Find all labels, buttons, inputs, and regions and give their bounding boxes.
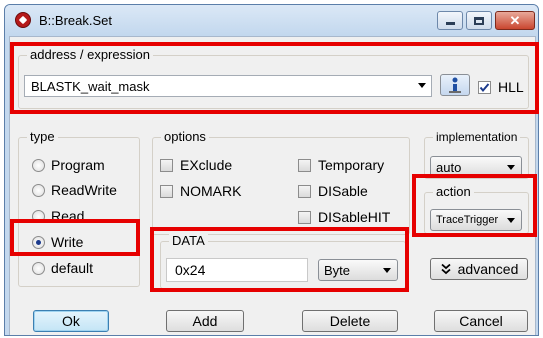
radio-circle-selected[interactable] — [32, 235, 45, 249]
checkbox-exclude[interactable]: EXclude — [160, 157, 232, 173]
advanced-button[interactable]: advanced — [430, 258, 528, 280]
close-icon: ✕ — [509, 13, 521, 28]
radio-circle[interactable] — [32, 261, 45, 275]
radio-label: Write — [51, 234, 84, 250]
add-button[interactable]: Add — [166, 310, 244, 332]
info-icon — [449, 77, 461, 93]
minimize-button[interactable] — [437, 11, 463, 30]
radio-circle[interactable] — [32, 209, 45, 223]
action-legend: action — [433, 184, 474, 200]
options-legend: options — [161, 129, 209, 145]
data-value-input[interactable]: 0x24 — [166, 258, 308, 282]
chevron-down-icon — [507, 165, 515, 170]
checkbox-box[interactable] — [298, 184, 311, 198]
checkbox-disable[interactable]: DISable — [298, 183, 368, 199]
chevron-down-icon — [383, 268, 391, 273]
maximize-button[interactable] — [466, 11, 492, 30]
chevron-down-icon — [507, 218, 515, 223]
radio-circle[interactable] — [32, 183, 45, 197]
radio-label: ReadWrite — [51, 182, 117, 198]
address-value: BLASTK_wait_mask — [31, 78, 150, 94]
radio-circle[interactable] — [32, 158, 45, 172]
action-value: TraceTrigger — [436, 214, 499, 226]
radio-write[interactable]: Write — [32, 234, 83, 250]
delete-button[interactable]: Delete — [302, 310, 398, 332]
checkbox-nomark[interactable]: NOMARK — [160, 183, 241, 199]
radio-label: default — [51, 260, 94, 276]
checkbox-box[interactable] — [160, 184, 173, 198]
data-width-select[interactable]: Byte — [318, 259, 398, 281]
checkbox-box[interactable] — [298, 210, 311, 224]
address-expression-combo[interactable]: BLASTK_wait_mask — [24, 75, 432, 97]
hll-checkbox[interactable]: HLL — [478, 79, 524, 95]
maximize-icon — [474, 16, 484, 25]
checkbox-label: Temporary — [318, 157, 385, 173]
checkbox-box[interactable] — [298, 158, 311, 172]
app-icon — [15, 12, 31, 28]
advanced-label: advanced — [457, 261, 519, 277]
double-chevron-down-icon — [441, 263, 451, 275]
window-title: B::Break.Set — [39, 13, 112, 28]
checkbox-label: DISable — [318, 183, 368, 199]
minimize-icon — [445, 22, 455, 25]
hll-checkbox-box[interactable] — [478, 80, 491, 94]
address-legend: address / expression — [27, 47, 153, 63]
break-set-window: B::Break.Set ✕ address / expression BLAS… — [4, 4, 539, 336]
radio-label: Program — [51, 157, 105, 173]
radio-default[interactable]: default — [32, 260, 93, 276]
checkbox-temporary[interactable]: Temporary — [298, 157, 384, 173]
checkbox-label: DISableHIT — [318, 209, 391, 225]
radio-readwrite[interactable]: ReadWrite — [32, 182, 117, 198]
cancel-button[interactable]: Cancel — [434, 310, 528, 332]
hll-label: HLL — [498, 79, 524, 95]
data-legend: DATA — [169, 233, 208, 249]
chevron-down-icon[interactable] — [418, 83, 426, 88]
data-width-value: Byte — [324, 262, 351, 278]
close-button[interactable]: ✕ — [495, 11, 535, 30]
implementation-select[interactable]: auto — [430, 156, 522, 178]
ok-button[interactable]: Ok — [33, 310, 109, 332]
implementation-legend: implementation — [433, 129, 521, 145]
browse-symbol-button[interactable] — [440, 74, 470, 96]
type-legend: type — [27, 129, 58, 145]
checkbox-label: NOMARK — [180, 183, 242, 199]
radio-label: Read — [51, 208, 85, 224]
radio-read[interactable]: Read — [32, 208, 84, 224]
implementation-value: auto — [436, 159, 462, 175]
checkmark-icon — [479, 82, 490, 92]
title-bar[interactable]: B::Break.Set ✕ — [5, 5, 538, 35]
radio-program[interactable]: Program — [32, 157, 105, 173]
action-select[interactable]: TraceTrigger — [430, 209, 522, 231]
checkbox-box[interactable] — [160, 158, 173, 172]
checkbox-label: EXclude — [180, 157, 233, 173]
checkbox-disablehit[interactable]: DISableHIT — [298, 209, 390, 225]
dialog-body: address / expression BLASTK_wait_mask HL… — [9, 36, 536, 335]
